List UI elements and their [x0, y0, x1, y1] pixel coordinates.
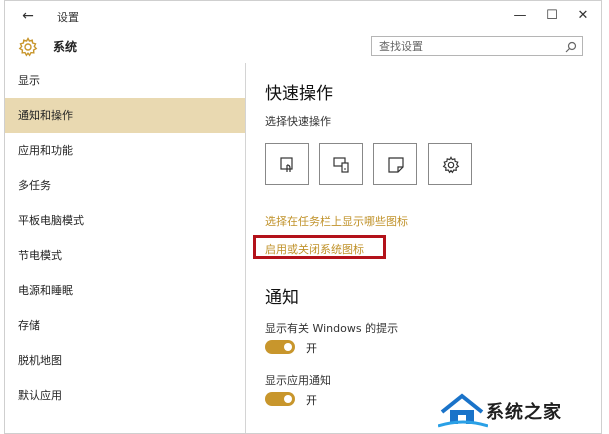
window-title: 设置 — [57, 11, 79, 24]
gear-icon — [18, 37, 38, 57]
sidebar-item-storage[interactable]: 存储 — [5, 308, 245, 343]
minimize-button[interactable]: — — [509, 5, 531, 27]
back-button[interactable]: ← — [19, 7, 37, 25]
toggle-knob — [284, 395, 292, 403]
search-box[interactable] — [371, 36, 583, 56]
note-icon — [388, 157, 404, 173]
settings-icon — [442, 156, 460, 174]
quick-action-tile-settings[interactable] — [428, 143, 472, 185]
quick-actions-title: 快速操作 — [265, 84, 333, 104]
link-system-icons[interactable]: 启用或关闭系统图标 — [265, 241, 364, 257]
windows-tips-toggle[interactable] — [265, 340, 295, 354]
windows-tips-state: 开 — [306, 342, 317, 355]
close-button[interactable]: ✕ — [572, 5, 594, 27]
quick-actions-subtitle: 选择快速操作 — [265, 115, 331, 128]
sidebar-item-power-sleep[interactable]: 电源和睡眠 — [5, 273, 245, 308]
toggle-knob — [284, 343, 292, 351]
windows-tips-label: 显示有关 Windows 的提示 — [265, 322, 399, 335]
maximize-button[interactable]: ☐ — [541, 5, 563, 27]
sidebar-item-notifications-actions[interactable]: 通知和操作 — [5, 98, 245, 133]
connect-icon — [333, 157, 349, 173]
page-title: 系统 — [53, 40, 78, 54]
sidebar-item-display[interactable]: 显示 — [5, 63, 245, 98]
notifications-title: 通知 — [265, 288, 299, 308]
sidebar-item-multitasking[interactable]: 多任务 — [5, 168, 245, 203]
app-notifications-state: 开 — [306, 394, 317, 407]
sidebar-item-battery-saver[interactable]: 节电模式 — [5, 238, 245, 273]
quick-action-tile-tablet-mode[interactable] — [265, 143, 309, 185]
app-notifications-label: 显示应用通知 — [265, 374, 331, 387]
search-input[interactable] — [372, 37, 564, 55]
house-logo-icon — [438, 393, 488, 428]
sidebar-item-tablet-mode[interactable]: 平板电脑模式 — [5, 203, 245, 238]
watermark-logo: 系统之家 — [438, 388, 609, 433]
title-bar: ← 设置 — ☐ ✕ — [5, 1, 601, 31]
link-taskbar-icons[interactable]: 选择在任务栏上显示哪些图标 — [265, 213, 408, 229]
quick-action-tile-note[interactable] — [373, 143, 417, 185]
sidebar-item-default-apps[interactable]: 默认应用 — [5, 378, 245, 413]
main-content: 快速操作 选择快速操作 选择在任务栏上显示哪些图标 启用或关闭系统图标 通知 显… — [245, 63, 601, 433]
sidebar-item-offline-maps[interactable]: 脱机地图 — [5, 343, 245, 378]
quick-action-tile-connect[interactable] — [319, 143, 363, 185]
tablet-mode-icon — [280, 157, 293, 172]
arrow-left-icon: ← — [22, 8, 34, 24]
sidebar: 显示 通知和操作 应用和功能 多任务 平板电脑模式 节电模式 电源和睡眠 存储 … — [5, 63, 245, 433]
settings-window: ← 设置 — ☐ ✕ 系统 显示 通知和操作 应用和功能 多任务 平板电脑模式 … — [4, 0, 602, 434]
app-notifications-toggle[interactable] — [265, 392, 295, 406]
watermark-text: 系统之家 — [486, 402, 562, 423]
search-icon[interactable] — [564, 39, 578, 53]
sidebar-item-apps-features[interactable]: 应用和功能 — [5, 133, 245, 168]
